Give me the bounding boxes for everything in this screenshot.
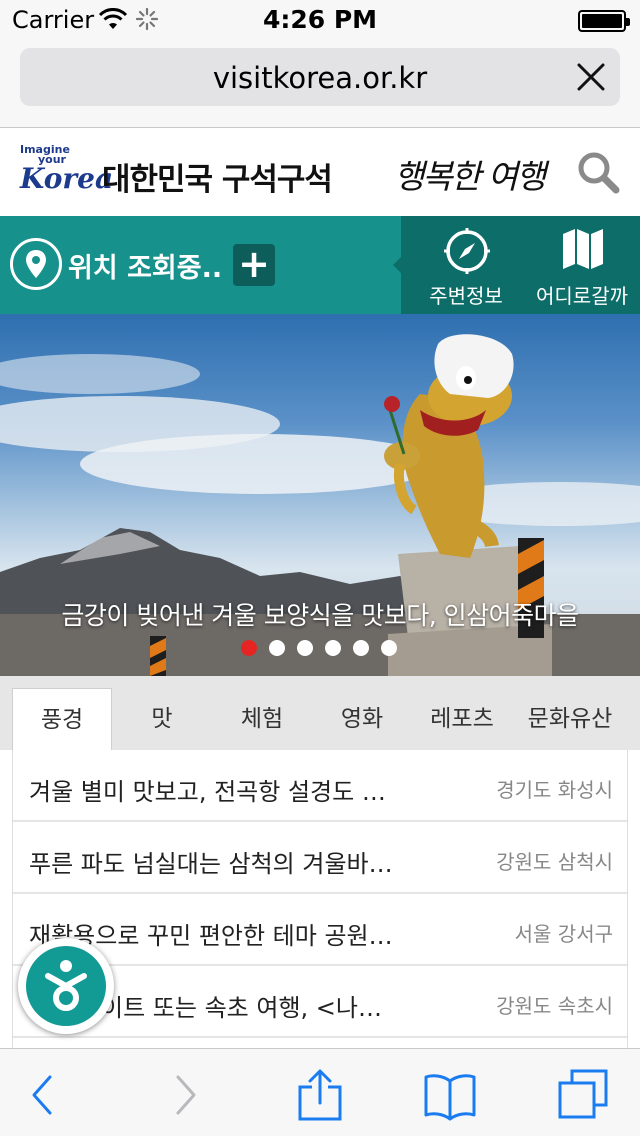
add-location-button[interactable]: + <box>233 244 275 286</box>
map-icon <box>563 229 603 269</box>
url-field[interactable]: visitkorea.or.kr <box>20 48 620 106</box>
compass-icon <box>444 228 490 274</box>
forward-icon[interactable] <box>156 1067 212 1123</box>
hero-caption: 금강이 빚어낸 겨울 보양식을 맛보다, 인삼어죽마을 <box>61 601 579 630</box>
list-item-title: 푸른 파도 넘실대는 삼척의 겨울바… <box>29 850 393 878</box>
carousel-dot-6[interactable] <box>381 640 397 656</box>
list-item-region: 강원도 속초시 <box>496 994 613 1018</box>
browser-address-bar: visitkorea.or.kr <box>0 40 640 128</box>
clock: 4:26 PM <box>262 5 378 34</box>
site-slogan: 행복한 여행 <box>394 157 546 196</box>
where-to-go-label: 어디로갈까 <box>536 284 628 308</box>
search-icon[interactable] <box>574 148 622 196</box>
bookmarks-icon[interactable] <box>422 1067 478 1123</box>
list-item[interactable]: 겨울 별미 맛보고, 전곡항 설경도 … 경기도 화성시 <box>13 750 627 822</box>
list-item-region: 강원도 삼척시 <box>496 850 613 874</box>
screen: Carrier 4:26 PM visitkorea.or.kr Imagine… <box>0 0 640 1136</box>
location-pin-icon[interactable] <box>10 238 62 290</box>
tab-scenery[interactable]: 풍경 <box>12 688 112 750</box>
tab-movie[interactable]: 영화 <box>312 688 412 750</box>
imagine-your-korea-logo[interactable]: Imagine your Korea <box>20 144 113 200</box>
tabs-icon[interactable] <box>556 1067 612 1123</box>
browser-toolbar <box>0 1048 640 1136</box>
back-icon[interactable] <box>16 1067 72 1123</box>
list-item[interactable]: 푸른 파도 넘실대는 삼척의 겨울바… 강원도 삼척시 <box>13 822 627 894</box>
list-item-region: 서울 강서구 <box>514 922 613 946</box>
list-item-title: 겨울 별미 맛보고, 전곡항 설경도 … <box>29 778 386 806</box>
where-to-go-button[interactable]: 어디로갈까 <box>526 216 638 314</box>
battery-icon <box>578 10 630 32</box>
carousel-dot-5[interactable] <box>353 640 369 656</box>
tab-experience[interactable]: 체험 <box>212 688 312 750</box>
list-item-region: 경기도 화성시 <box>496 778 613 802</box>
carousel-dot-2[interactable] <box>269 640 285 656</box>
accessibility-icon <box>26 946 106 1026</box>
location-status-text: 위치 조회중.. <box>68 253 223 284</box>
status-bar: Carrier 4:26 PM <box>0 0 640 40</box>
carousel-dot-1[interactable] <box>241 640 257 656</box>
divider-arrow <box>393 257 401 273</box>
carousel-dot-3[interactable] <box>297 640 313 656</box>
tab-cultural-heritage[interactable]: 문화유산 <box>512 688 628 750</box>
site-title[interactable]: 대한민국 구석구석 <box>102 154 333 199</box>
category-tabs: 풍경 맛 체험 영화 레포츠 문화유산 <box>0 676 640 750</box>
location-bar: 위치 조회중.. + 주변정보 어디로갈까 <box>0 216 640 314</box>
url-text: visitkorea.or.kr <box>212 61 428 95</box>
tab-food[interactable]: 맛 <box>112 688 212 750</box>
share-icon[interactable] <box>292 1067 348 1123</box>
site-header: Imagine your Korea 대한민국 구석구석 행복한 여행 <box>0 128 640 216</box>
nearby-info-button[interactable]: 주변정보 <box>410 216 522 314</box>
tab-leisure-sports[interactable]: 레포츠 <box>412 688 512 750</box>
list-item-title: 이트 또는 속초 여행, <나… <box>101 994 382 1022</box>
hero-carousel[interactable]: 금강이 빚어낸 겨울 보양식을 맛보다, 인삼어죽마을 <box>0 314 640 676</box>
logo-wordmark: Korea <box>20 162 114 195</box>
nearby-info-label: 주변정보 <box>429 284 503 308</box>
accessibility-button[interactable] <box>18 938 114 1034</box>
carousel-dot-4[interactable] <box>325 640 341 656</box>
close-icon[interactable] <box>574 60 608 94</box>
